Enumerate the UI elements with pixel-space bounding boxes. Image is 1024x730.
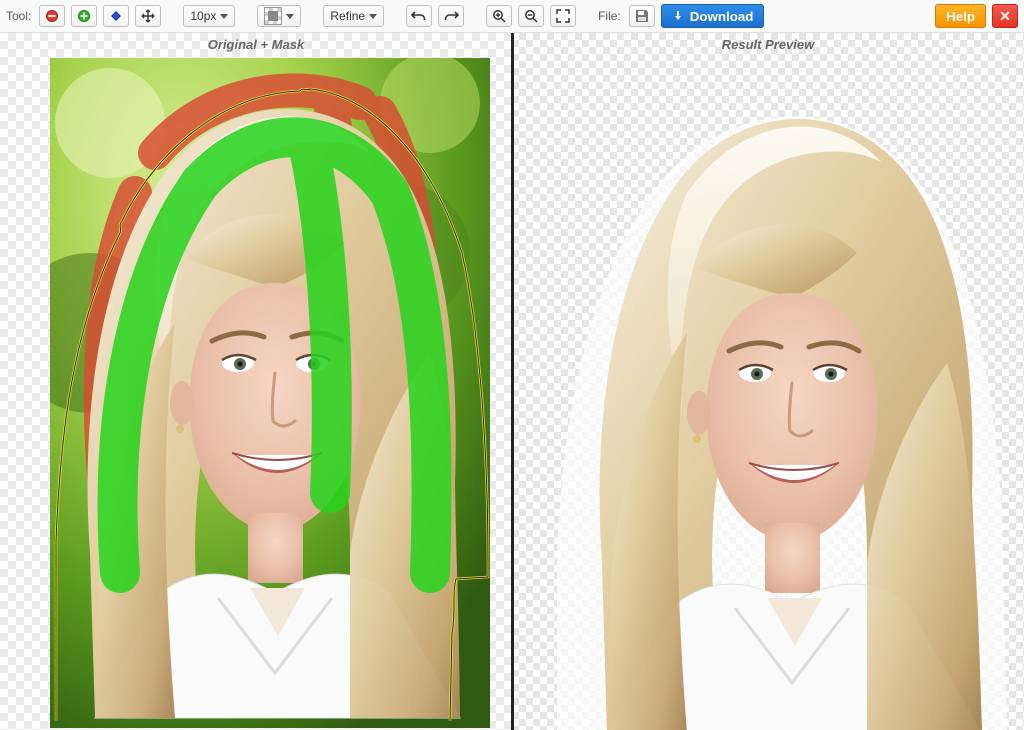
pane-divider[interactable]: [511, 33, 514, 730]
original-mask-pane[interactable]: [0, 33, 512, 730]
result-preview-pane[interactable]: [512, 33, 1024, 730]
file-label: File:: [598, 9, 621, 23]
save-button[interactable]: [629, 5, 655, 27]
tool-label: Tool:: [6, 9, 31, 23]
move-tool-button[interactable]: [135, 5, 161, 27]
chevron-down-icon: [286, 14, 294, 19]
redo-icon: [443, 9, 459, 23]
undo-icon: [411, 9, 427, 23]
brush-size-dropdown[interactable]: 10px: [183, 5, 235, 27]
help-button[interactable]: Help: [935, 4, 986, 28]
hair-tool-button[interactable]: [103, 5, 129, 27]
chevron-down-icon: [220, 14, 228, 19]
move-icon: [141, 9, 155, 23]
zoom-out-button[interactable]: [518, 5, 544, 27]
save-disk-icon: [635, 9, 649, 23]
download-label: Download: [690, 9, 754, 24]
undo-button[interactable]: [406, 5, 432, 27]
bg-color-dropdown[interactable]: [257, 5, 301, 27]
fit-screen-icon: [556, 9, 570, 23]
right-panel-title: Result Preview: [512, 37, 1024, 52]
refine-dropdown[interactable]: Refine: [323, 5, 384, 27]
brush-size-value: 10px: [190, 9, 216, 23]
chevron-down-icon: [369, 14, 377, 19]
workspace: Original + Mask Result Preview: [0, 33, 1024, 730]
zoom-out-icon: [524, 9, 538, 23]
main-toolbar: Tool: 10px Refine File: [0, 0, 1024, 33]
left-panel-title: Original + Mask: [0, 37, 512, 52]
download-arrow-icon: [672, 10, 684, 22]
erase-tool-button[interactable]: [39, 5, 65, 27]
result-preview-canvas: [512, 33, 1024, 730]
fit-screen-button[interactable]: [550, 5, 576, 27]
help-label: Help: [946, 9, 975, 24]
zoom-in-icon: [492, 9, 506, 23]
plus-circle-icon: [77, 9, 91, 23]
diamond-icon: [109, 9, 123, 23]
zoom-in-button[interactable]: [486, 5, 512, 27]
minus-circle-icon: [45, 9, 59, 23]
redo-button[interactable]: [438, 5, 464, 27]
download-button[interactable]: Download: [661, 4, 765, 28]
close-icon: ✕: [999, 8, 1011, 25]
bg-color-swatch-icon: [264, 7, 282, 25]
refine-label: Refine: [330, 9, 365, 23]
close-button[interactable]: ✕: [992, 4, 1018, 28]
original-mask-canvas: [0, 33, 512, 730]
keep-tool-button[interactable]: [71, 5, 97, 27]
